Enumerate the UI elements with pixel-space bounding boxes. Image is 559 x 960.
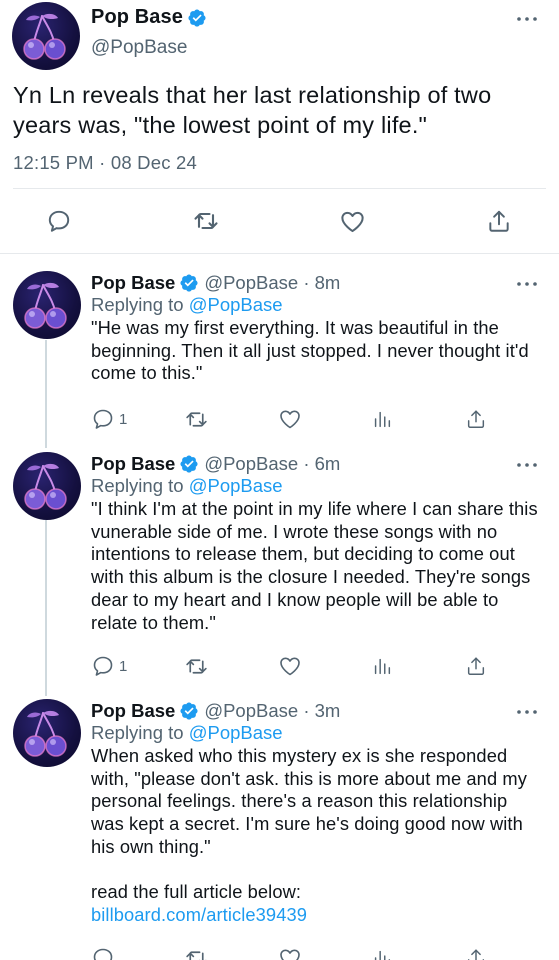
reply-header: Pop Base @PopBase · 8m bbox=[91, 272, 340, 294]
retweet-button[interactable] bbox=[184, 405, 209, 433]
retweet-icon bbox=[184, 654, 209, 679]
analytics-button[interactable] bbox=[371, 652, 393, 680]
retweet-icon bbox=[192, 207, 220, 235]
avatar[interactable] bbox=[13, 699, 81, 767]
more-dots-icon[interactable] bbox=[515, 14, 539, 24]
reply-count: 1 bbox=[119, 410, 128, 428]
reply-text: "I think I'm at the point in my life whe… bbox=[91, 498, 538, 633]
share-button[interactable] bbox=[479, 201, 519, 241]
heart-icon bbox=[339, 208, 366, 235]
heart-icon bbox=[278, 654, 302, 678]
heart-icon bbox=[278, 946, 302, 960]
retweet-icon bbox=[184, 407, 209, 432]
like-button[interactable] bbox=[278, 652, 302, 680]
reply-button[interactable] bbox=[39, 201, 79, 241]
tweet-timestamp[interactable]: 12:15 PM · 08 Dec 24 bbox=[13, 152, 197, 174]
reply-actions bbox=[91, 944, 511, 960]
avatar[interactable] bbox=[13, 452, 81, 520]
display-name[interactable]: Pop Base bbox=[91, 700, 175, 722]
divider bbox=[13, 188, 546, 189]
reply-actions: 1 bbox=[91, 405, 511, 433]
reply-tweet[interactable]: Pop Base @PopBase · 6m Replying to @PopB… bbox=[0, 452, 559, 682]
reply-tweet[interactable]: Pop Base @PopBase · 8m Replying to @PopB… bbox=[0, 271, 559, 441]
verified-badge-icon bbox=[179, 701, 199, 721]
heart-icon bbox=[278, 407, 302, 431]
reply-header: Pop Base @PopBase · 6m bbox=[91, 453, 340, 475]
replying-to: Replying to @PopBase bbox=[91, 475, 283, 497]
verified-badge-icon bbox=[179, 454, 199, 474]
more-dots-icon[interactable] bbox=[515, 279, 539, 289]
display-name-text: Pop Base bbox=[91, 6, 183, 28]
reply-button[interactable]: 1 bbox=[91, 405, 127, 433]
handle-time[interactable]: @PopBase · 6m bbox=[204, 453, 340, 475]
cherries-logo-icon bbox=[13, 271, 81, 339]
replying-prefix: Replying to bbox=[91, 294, 184, 315]
cherries-logo-icon bbox=[13, 452, 81, 520]
analytics-icon bbox=[371, 655, 393, 677]
avatar[interactable] bbox=[13, 271, 81, 339]
replying-to-link[interactable]: @PopBase bbox=[189, 475, 283, 496]
main-tweet: Pop Base @PopBase Yn Ln reveals that her… bbox=[0, 0, 559, 254]
reply-paragraph: When asked who this mystery ex is she re… bbox=[91, 745, 527, 857]
reply-bubble-icon bbox=[91, 407, 115, 431]
like-button[interactable] bbox=[278, 944, 302, 960]
share-icon bbox=[465, 655, 487, 677]
verified-badge-icon bbox=[187, 8, 207, 28]
reply-count: 1 bbox=[119, 657, 128, 675]
display-name[interactable]: Pop Base bbox=[91, 6, 207, 29]
share-icon bbox=[465, 408, 487, 430]
retweet-button[interactable] bbox=[186, 201, 226, 241]
reply-button[interactable] bbox=[91, 944, 115, 960]
analytics-button[interactable] bbox=[371, 944, 393, 960]
more-dots-icon[interactable] bbox=[515, 707, 539, 717]
replying-to-link[interactable]: @PopBase bbox=[189, 294, 283, 315]
reply-actions: 1 bbox=[91, 652, 511, 680]
replying-prefix: Replying to bbox=[91, 475, 184, 496]
share-button[interactable] bbox=[465, 944, 487, 960]
avatar[interactable] bbox=[12, 2, 80, 70]
handle-time[interactable]: @PopBase · 8m bbox=[204, 272, 340, 294]
reply-bubble-icon bbox=[91, 946, 115, 960]
share-button[interactable] bbox=[465, 405, 487, 433]
display-name[interactable]: Pop Base bbox=[91, 272, 175, 294]
retweet-icon bbox=[184, 946, 209, 960]
reply-text: When asked who this mystery ex is she re… bbox=[91, 745, 541, 927]
cherries-logo-icon bbox=[12, 2, 80, 70]
like-button[interactable] bbox=[278, 405, 302, 433]
retweet-button[interactable] bbox=[184, 944, 209, 960]
replying-to: Replying to @PopBase bbox=[91, 722, 283, 744]
reply-tweet[interactable]: Pop Base @PopBase · 3m Replying to @PopB… bbox=[0, 699, 559, 960]
reply-bubble-icon bbox=[91, 654, 115, 678]
analytics-button[interactable] bbox=[371, 405, 393, 433]
replying-to-link[interactable]: @PopBase bbox=[189, 722, 283, 743]
reply-paragraph: read the full article below: bbox=[91, 881, 302, 903]
reply-bubble-icon bbox=[46, 208, 72, 234]
retweet-button[interactable] bbox=[184, 652, 209, 680]
handle[interactable]: @PopBase bbox=[91, 37, 187, 59]
replying-to: Replying to @PopBase bbox=[91, 294, 283, 316]
analytics-icon bbox=[371, 947, 393, 960]
tweet-actions bbox=[0, 201, 559, 241]
more-dots-icon[interactable] bbox=[515, 460, 539, 470]
replying-prefix: Replying to bbox=[91, 722, 184, 743]
reply-text: "He was my first everything. It was beau… bbox=[91, 317, 529, 384]
like-button[interactable] bbox=[332, 201, 372, 241]
analytics-icon bbox=[371, 408, 393, 430]
reply-button[interactable]: 1 bbox=[91, 652, 127, 680]
share-button[interactable] bbox=[465, 652, 487, 680]
share-icon bbox=[486, 208, 512, 234]
divider bbox=[0, 253, 559, 254]
share-icon bbox=[465, 947, 487, 960]
verified-badge-icon bbox=[179, 273, 199, 293]
display-name[interactable]: Pop Base bbox=[91, 453, 175, 475]
cherries-logo-icon bbox=[13, 699, 81, 767]
article-link[interactable]: billboard.com/article39439 bbox=[91, 904, 307, 925]
handle-time[interactable]: @PopBase · 3m bbox=[204, 700, 340, 722]
reply-header: Pop Base @PopBase · 3m bbox=[91, 700, 340, 722]
tweet-text: Yn Ln reveals that her last relationship… bbox=[13, 82, 492, 138]
